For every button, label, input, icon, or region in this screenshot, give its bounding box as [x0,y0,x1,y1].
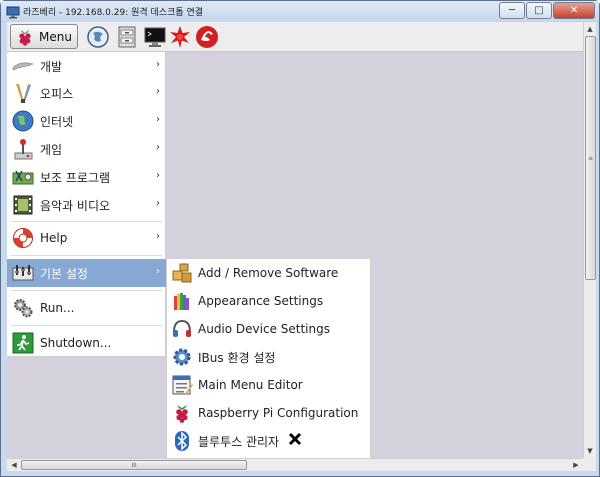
menu-item-label: 음악과 비디오 [40,198,111,213]
menu-item-label: Help [40,231,68,245]
horizontal-scroll-thumb[interactable]: III [21,460,247,470]
programming-icon [12,62,34,71]
vertical-scrollbar[interactable]: ▲ ≡ ▼ [583,22,596,458]
close-button[interactable]: ✕ [553,2,595,19]
color-palette-icon [174,293,189,310]
file-manager-icon[interactable] [115,25,139,49]
remote-desktop-icon [6,6,20,19]
menu-editor-icon [172,375,193,395]
preferences-submenu: Add / Remove Software Appearance Setting… [166,259,371,458]
package-icon [172,263,192,283]
office-icon [16,84,31,103]
chevron-right-icon: › [156,114,160,125]
horizontal-scrollbar[interactable]: ◀ III ▶ [7,458,583,471]
scroll-up-icon[interactable]: ▲ [584,22,596,36]
menu-button[interactable]: Menu [10,24,78,49]
menu-item-label: 개발 [40,59,63,74]
lifebuoy-icon [13,228,33,248]
accessories-icon [12,170,34,185]
chevron-right-icon: › [156,266,160,277]
scrollbar-corner [583,458,596,471]
joystick-icon [14,139,33,160]
submenu-item-add-remove-software[interactable]: Add / Remove Software [167,259,372,287]
submenu-item-ibus-settings[interactable]: IBus 환경 설정 [167,343,372,371]
menu-item-label: 오피스 [40,86,74,101]
menu-item-run[interactable]: Run... [7,294,166,322]
menu-separator [11,221,162,222]
chevron-right-icon: › [156,231,160,242]
menu-item-accessories[interactable]: 보조 프로그램 › [7,163,166,191]
menu-item-office[interactable]: 오피스 › [7,79,166,107]
menu-item-shutdown[interactable]: Shutdown... [7,329,166,357]
run-gears-icon [14,299,33,318]
raspberry-icon [19,29,31,46]
maximize-button[interactable]: □ [526,2,552,19]
menu-label: Menu [39,29,72,44]
gear-icon [173,348,191,366]
menu-item-sound-video[interactable]: 음악과 비디오 › [7,191,166,219]
menu-separator [11,325,162,326]
chevron-right-icon: › [156,59,160,70]
submenu-item-bluetooth-manager[interactable]: 블루투스 관리자 [167,427,372,455]
bluetooth-icon [175,431,189,451]
menu-item-help[interactable]: Help › [7,224,166,252]
raspberry-icon [176,405,188,423]
submenu-item-label: 블루투스 관리자 [198,434,280,449]
title-bar[interactable]: 라즈베리 - 192.168.0.29: 원격 데스크톱 연결 ─ □ ✕ [1,1,599,23]
chevron-right-icon: › [156,170,160,181]
submenu-item-label: Add / Remove Software [198,266,339,280]
internet-globe-icon [12,110,34,132]
menu-item-programming[interactable]: 개발 › [7,52,166,80]
submenu-item-raspberry-pi-configuration[interactable]: Raspberry Pi Configuration [167,399,372,427]
exit-icon [12,332,34,354]
chevron-right-icon: › [156,86,160,97]
scroll-down-icon[interactable]: ▼ [584,444,596,458]
menu-item-label: 기본 설정 [40,266,88,281]
submenu-item-label: Main Menu Editor [198,378,303,392]
menu-separator [11,255,162,256]
menu-item-internet[interactable]: 인터넷 › [7,107,166,135]
headphones-icon [173,319,191,337]
menu-item-label: 보조 프로그램 [40,170,111,185]
submenu-item-label: Audio Device Settings [198,322,330,336]
chevron-right-icon: › [156,198,160,209]
menu-item-label: 게임 [40,142,63,157]
minimize-button[interactable]: ─ [499,2,525,19]
menu-item-label: Run... [40,301,75,315]
preferences-icon [12,265,34,281]
menu-item-label: 인터넷 [40,114,74,129]
menu-item-label: Shutdown... [40,336,112,350]
film-strip-icon [13,195,33,215]
submenu-item-appearance-settings[interactable]: Appearance Settings [167,287,372,315]
submenu-item-audio-device-settings[interactable]: Audio Device Settings [167,315,372,343]
submenu-item-label: Raspberry Pi Configuration [198,406,359,420]
panel-taskbar: Menu [7,22,583,52]
submenu-item-label: IBus 환경 설정 [198,350,276,365]
terminal-icon[interactable] [143,25,167,49]
scroll-right-icon[interactable]: ▶ [569,459,583,471]
submenu-item-label: Appearance Settings [198,294,324,308]
vertical-scroll-thumb[interactable]: ≡ [585,36,596,280]
scroll-left-icon[interactable]: ◀ [7,459,21,471]
wolfram-icon[interactable] [168,25,192,49]
chevron-right-icon: › [156,142,160,153]
cursor-x-icon [288,432,302,446]
web-browser-icon[interactable] [86,25,110,49]
window-title: 라즈베리 - 192.168.0.29: 원격 데스크톱 연결 [23,8,204,18]
mathematica-icon[interactable] [195,25,219,49]
submenu-item-main-menu-editor[interactable]: Main Menu Editor [167,371,372,399]
menu-item-games[interactable]: 게임 › [7,135,166,163]
menu-separator [11,290,162,291]
menu-item-preferences[interactable]: 기본 설정 › [7,259,166,287]
main-menu: 개발 › 오피스 › 인터넷 › 게임 › 보조 프로그램 › 음악과 비디오 … [7,52,166,357]
